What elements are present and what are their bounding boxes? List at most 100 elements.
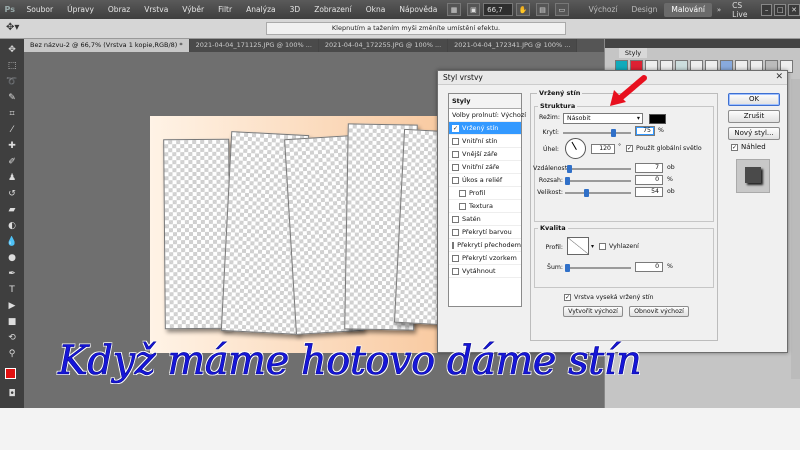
menu-napoveda[interactable]: Nápověda xyxy=(392,5,444,14)
size-input[interactable]: 54 xyxy=(635,187,663,197)
style-list-item[interactable]: Překrytí vzorkem xyxy=(449,252,521,265)
cancel-button[interactable]: Zrušit xyxy=(728,110,780,123)
marquee-icon[interactable]: ⬚ xyxy=(4,59,20,73)
style-list-item[interactable]: ✓ Vržený stín xyxy=(449,122,521,135)
minimize-icon[interactable]: – xyxy=(760,3,773,16)
tab-document-3[interactable]: 2021-04-04_172255.JPG @ 100% ... xyxy=(318,39,449,52)
angle-input[interactable]: 120 xyxy=(591,144,615,154)
shape-icon[interactable]: ■ xyxy=(4,315,20,329)
style-list-item[interactable]: Úkos a reliéf xyxy=(449,174,521,187)
style-checkbox[interactable] xyxy=(452,228,459,236)
style-list-item[interactable]: Volby prolnutí: Výchozí xyxy=(449,109,526,122)
style-checkbox[interactable] xyxy=(452,241,455,249)
menu-3d[interactable]: 3D xyxy=(283,5,308,14)
style-list-item[interactable]: Vnější záře xyxy=(449,148,521,161)
style-list-item[interactable]: Překrytí přechodem xyxy=(449,239,521,252)
new-style-button[interactable]: Nový styl... xyxy=(728,127,780,140)
tab-document-1[interactable]: Bez názvu-2 @ 66,7% (Vrstva 1 kopie,RGB/… xyxy=(24,39,190,52)
zoom-icon[interactable]: ⚲ xyxy=(4,347,20,361)
style-checkbox[interactable] xyxy=(452,137,459,145)
tab-document-2[interactable]: 2021-04-04_171125.JPG @ 100% ... xyxy=(189,39,319,52)
style-checkbox[interactable] xyxy=(459,189,466,197)
style-list-item[interactable]: Profil xyxy=(449,187,521,200)
style-checkbox[interactable] xyxy=(452,163,459,171)
menu-obraz[interactable]: Obraz xyxy=(101,5,137,14)
cs-live-button[interactable]: CS Live xyxy=(732,1,755,19)
clone-stamp-icon[interactable]: ♟ xyxy=(4,171,20,185)
arrange-documents-icon[interactable]: ▤ xyxy=(535,3,550,16)
workspace-design[interactable]: Design xyxy=(624,5,664,14)
style-checkbox[interactable] xyxy=(452,215,459,223)
zoom-level-select[interactable]: 66,7 xyxy=(483,3,514,16)
menu-soubor[interactable]: Soubor xyxy=(20,5,61,14)
make-default-button[interactable]: Vytvořit výchozí xyxy=(563,306,623,317)
tab-styles-panel[interactable]: Styly xyxy=(619,48,647,58)
blend-mode-select[interactable]: Násobit ▾ xyxy=(563,113,643,124)
style-list-header[interactable]: Styly xyxy=(449,94,521,109)
dock-scrollbar[interactable] xyxy=(791,79,800,379)
distance-slider-thumb[interactable] xyxy=(567,165,572,173)
document-canvas[interactable] xyxy=(150,116,462,353)
knockout-checkbox[interactable]: ✓ xyxy=(564,294,571,301)
gradient-icon[interactable]: ◐ xyxy=(4,219,20,233)
dodge-icon[interactable]: ● xyxy=(4,251,20,265)
brush-icon[interactable]: ✐ xyxy=(4,155,20,169)
lasso-icon[interactable]: ➰ xyxy=(4,75,20,89)
opacity-input[interactable]: 75 xyxy=(635,126,655,136)
menu-filtr[interactable]: Filtr xyxy=(211,5,239,14)
workspace-more-icon[interactable]: » xyxy=(715,3,723,16)
style-list-item[interactable]: Vytáhnout xyxy=(449,265,521,278)
spread-slider[interactable] xyxy=(565,180,631,182)
antialias-checkbox[interactable] xyxy=(599,243,606,250)
close-icon[interactable]: ✕ xyxy=(788,3,800,16)
menu-vrstva[interactable]: Vrstva xyxy=(137,5,175,14)
contour-picker[interactable] xyxy=(567,237,589,255)
angle-dial[interactable] xyxy=(565,138,586,159)
style-checkbox[interactable] xyxy=(452,254,459,262)
style-list-item[interactable]: Satén xyxy=(449,213,521,226)
style-checkbox[interactable]: ✓ xyxy=(452,124,459,132)
noise-input[interactable]: 0 xyxy=(635,262,663,272)
workspace-default[interactable]: Výchozí xyxy=(582,5,625,14)
style-checkbox[interactable] xyxy=(452,176,459,184)
style-list-item[interactable]: Vnitřní stín xyxy=(449,135,521,148)
distance-input[interactable]: 7 xyxy=(635,163,663,173)
chevron-down-icon[interactable]: ▾ xyxy=(591,243,594,250)
menu-analyza[interactable]: Analýza xyxy=(239,5,283,14)
noise-slider[interactable] xyxy=(565,267,631,269)
eyedropper-icon[interactable]: ⁄ xyxy=(4,123,20,137)
size-slider[interactable] xyxy=(565,192,631,194)
move-tool-icon[interactable]: ✥▾ xyxy=(6,22,19,33)
bridge-icon[interactable]: ▦ xyxy=(447,3,461,16)
menu-zobrazeni[interactable]: Zobrazení xyxy=(307,5,359,14)
size-slider-thumb[interactable] xyxy=(584,189,589,197)
foreground-color-swatch[interactable] xyxy=(5,368,16,379)
preview-checkbox[interactable]: ✓ xyxy=(731,144,738,151)
style-checkbox[interactable] xyxy=(452,150,459,158)
style-list-item[interactable]: Textura xyxy=(449,200,521,213)
distance-slider[interactable] xyxy=(565,168,631,170)
quick-select-icon[interactable]: ✎ xyxy=(4,91,20,105)
opacity-slider-thumb[interactable] xyxy=(610,129,616,137)
spread-slider-thumb[interactable] xyxy=(565,177,570,185)
global-light-checkbox[interactable]: ✓ xyxy=(626,145,633,152)
pen-icon[interactable]: ✒ xyxy=(4,267,20,281)
mini-bridge-icon[interactable]: ▣ xyxy=(466,3,481,16)
menu-okna[interactable]: Okna xyxy=(359,5,393,14)
opacity-slider[interactable] xyxy=(563,132,631,134)
eraser-icon[interactable]: ▰ xyxy=(4,203,20,217)
quick-mask-icon[interactable]: ◘ xyxy=(4,387,20,401)
shadow-color-swatch[interactable] xyxy=(649,114,666,124)
maximize-icon[interactable]: □ xyxy=(774,3,787,16)
style-list-item[interactable]: Vnitřní záře xyxy=(449,161,521,174)
spread-input[interactable]: 0 xyxy=(635,175,663,185)
style-checkbox[interactable] xyxy=(452,267,459,275)
tab-document-4[interactable]: 2021-04-04_172341.JPG @ 100% ... xyxy=(448,39,578,52)
menu-vyber[interactable]: Výběr xyxy=(175,5,211,14)
blur-icon[interactable]: 💧 xyxy=(4,235,20,249)
reset-default-button[interactable]: Obnovit výchozí xyxy=(629,306,689,317)
dialog-close-icon[interactable]: ✕ xyxy=(775,72,783,82)
style-checkbox[interactable] xyxy=(459,202,466,210)
style-list-item[interactable]: Překrytí barvou xyxy=(449,226,521,239)
menu-upravy[interactable]: Úpravy xyxy=(60,5,101,14)
